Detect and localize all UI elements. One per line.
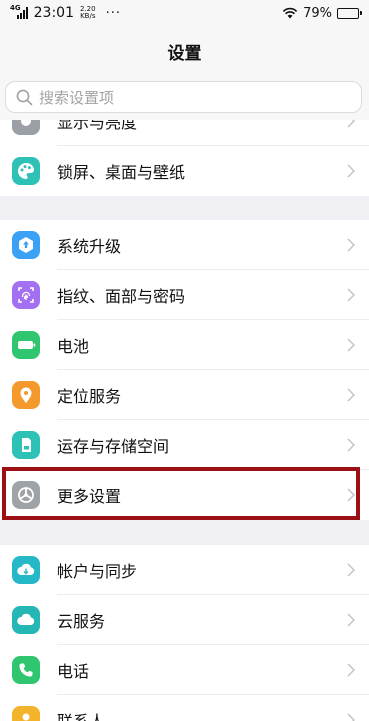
storage-icon bbox=[12, 431, 40, 459]
account-sync-icon bbox=[12, 556, 40, 584]
battery-icon bbox=[12, 331, 40, 359]
contacts-icon bbox=[12, 706, 40, 721]
cloud-service-icon bbox=[12, 606, 40, 634]
phone-icon bbox=[12, 656, 40, 684]
settings-item-label: 帐户与同步 bbox=[57, 562, 138, 581]
settings-item-battery[interactable]: 电池 bbox=[0, 320, 369, 370]
settings-group-accounts: 帐户与同步 云服务 电话 bbox=[0, 545, 369, 721]
chevron-right-icon bbox=[347, 663, 355, 677]
settings-item-memory-storage[interactable]: 运存与存储空间 bbox=[0, 420, 369, 470]
chevron-right-icon bbox=[347, 713, 355, 721]
settings-item-lockscreen-wallpaper[interactable]: 锁屏、桌面与壁纸 bbox=[0, 146, 369, 196]
settings-item-contacts[interactable]: 联系人 bbox=[0, 695, 369, 721]
status-bar: 4G 23:01 2.20 KB/s ··· 79% bbox=[0, 0, 369, 26]
phone-icon-bg bbox=[12, 656, 40, 684]
speed-unit: KB/s bbox=[80, 12, 96, 20]
settings-item-label: 指纹、面部与密码 bbox=[57, 287, 186, 306]
search-placeholder: 搜索设置项 bbox=[39, 88, 115, 107]
settings-item-more-settings[interactable]: 更多设置 bbox=[0, 470, 369, 520]
network-type: 4G bbox=[10, 3, 21, 12]
settings-item-cloud-service[interactable]: 云服务 bbox=[0, 595, 369, 645]
settings-item-label: 运存与存储空间 bbox=[57, 437, 170, 456]
settings-item-label: 联系人 bbox=[57, 708, 105, 721]
chevron-right-icon bbox=[347, 563, 355, 577]
settings-item-label: 显示与亮度 bbox=[57, 120, 138, 132]
search-icon bbox=[16, 89, 33, 105]
settings-item-location[interactable]: 定位服务 bbox=[0, 370, 369, 420]
settings-group-system: 系统升级 指纹、面部与密码 电池 定位服务 运存与存储空间 更多设置 bbox=[0, 220, 369, 520]
chevron-right-icon bbox=[347, 164, 355, 178]
settings-item-phone[interactable]: 电话 bbox=[0, 645, 369, 695]
chevron-right-icon bbox=[347, 388, 355, 402]
settings-item-label: 电话 bbox=[57, 662, 90, 681]
settings-item-display-brightness[interactable]: 显示与亮度 bbox=[0, 120, 369, 146]
chevron-right-icon bbox=[347, 488, 355, 502]
header: 设置 bbox=[0, 26, 369, 76]
wifi-icon bbox=[282, 7, 298, 19]
settings-item-label: 更多设置 bbox=[57, 487, 122, 506]
settings-item-label: 系统升级 bbox=[57, 237, 122, 256]
system-update-icon bbox=[12, 231, 40, 259]
settings-item-label: 电池 bbox=[57, 337, 90, 356]
settings-list: 显示与亮度 锁屏、桌面与壁纸 系统升级 指纹、面部与密码 电池 定位服务 运存与… bbox=[0, 120, 369, 721]
settings-item-account-sync[interactable]: 帐户与同步 bbox=[0, 545, 369, 595]
settings-group-display: 显示与亮度 锁屏、桌面与壁纸 bbox=[0, 120, 369, 196]
settings-item-label: 云服务 bbox=[57, 612, 106, 631]
chevron-right-icon bbox=[347, 120, 355, 128]
fingerprint-icon bbox=[12, 281, 40, 309]
battery-percent: 79% bbox=[303, 5, 332, 21]
battery-status-icon bbox=[337, 7, 362, 19]
location-icon bbox=[12, 381, 40, 409]
palette-icon bbox=[12, 157, 40, 185]
chevron-right-icon bbox=[347, 438, 355, 452]
chevron-right-icon bbox=[347, 613, 355, 627]
more-settings-icon bbox=[12, 481, 40, 509]
settings-item-system-update[interactable]: 系统升级 bbox=[0, 220, 369, 270]
chevron-right-icon bbox=[347, 288, 355, 302]
page-title: 设置 bbox=[167, 43, 202, 64]
search-area: 搜索设置项 bbox=[0, 76, 369, 120]
overflow-icon: ··· bbox=[105, 5, 121, 21]
settings-item-label: 锁屏、桌面与壁纸 bbox=[57, 163, 186, 182]
network-speed: 2.20 KB/s bbox=[80, 6, 96, 20]
settings-item-label: 定位服务 bbox=[57, 387, 122, 406]
display-brightness-icon bbox=[12, 120, 40, 135]
clock: 23:01 bbox=[33, 5, 74, 21]
settings-item-fingerprint-face-password[interactable]: 指纹、面部与密码 bbox=[0, 270, 369, 320]
search-input[interactable]: 搜索设置项 bbox=[5, 81, 362, 113]
chevron-right-icon bbox=[347, 238, 355, 252]
chevron-right-icon bbox=[347, 338, 355, 352]
